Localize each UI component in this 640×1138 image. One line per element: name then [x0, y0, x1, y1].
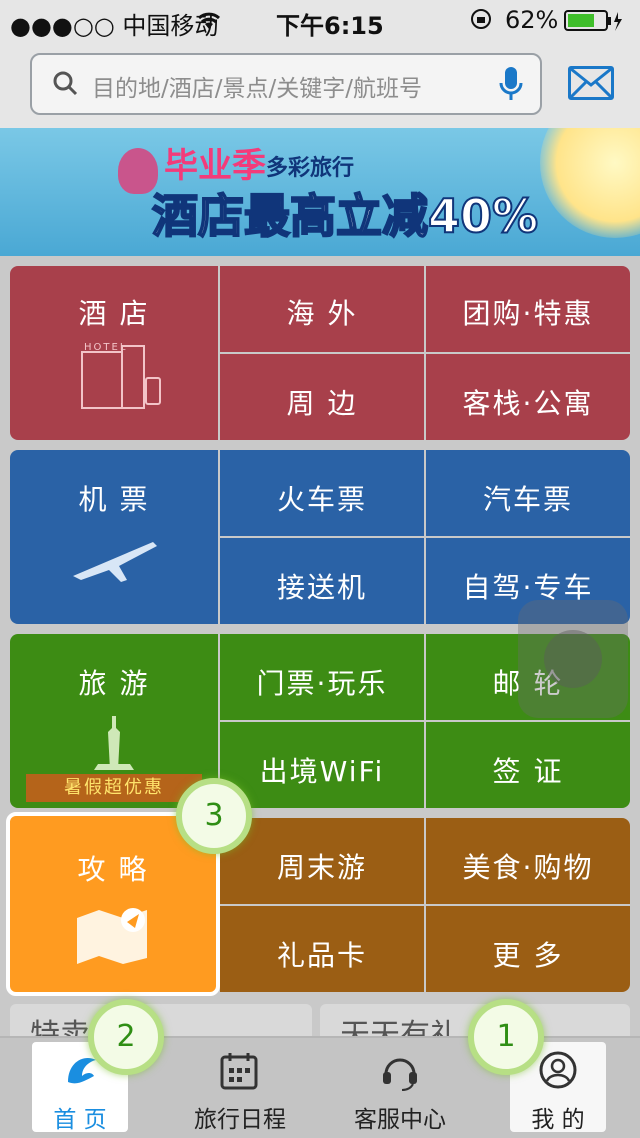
- train-ticket[interactable]: 火车票: [220, 450, 424, 536]
- search-icon: [52, 70, 78, 100]
- hotel-inn[interactable]: 客栈·公寓: [426, 354, 630, 440]
- weekend-trip-label: 周末游: [276, 851, 367, 884]
- hotel-groupbuy[interactable]: 团购·特惠: [426, 266, 630, 352]
- gift-card-label: 礼品卡: [276, 939, 367, 972]
- assistive-touch-button[interactable]: [518, 600, 628, 718]
- tab-profile-label: 我 的: [531, 1107, 585, 1133]
- travel-main-tile[interactable]: 旅 游 暑假超优惠: [10, 634, 218, 808]
- bus-label: 汽车票: [482, 483, 573, 516]
- statue-icon: [10, 714, 218, 781]
- summer-promo-tag: 暑假超优惠: [26, 774, 202, 802]
- tab-customer-service-label: 客服中心: [354, 1107, 446, 1133]
- svg-text:HOTEL: HOTEL: [84, 342, 127, 353]
- banner-line2: 酒店最高立减40%: [151, 188, 539, 244]
- visa-label: 签 证: [492, 755, 564, 788]
- hotel-nearby-label: 周 边: [286, 387, 358, 420]
- profile-icon: [538, 1050, 578, 1096]
- transfer-label: 接送机: [276, 571, 367, 604]
- banner-line1b: 多彩旅行: [266, 156, 355, 181]
- step-badge-2: 2: [88, 999, 164, 1075]
- hotel-nearby[interactable]: 周 边: [220, 354, 424, 440]
- hotel-overseas[interactable]: 海 外: [220, 266, 424, 352]
- clock: 下午6:15: [276, 12, 384, 40]
- map-icon: [10, 906, 216, 973]
- tickets-fun[interactable]: 门票·玩乐: [220, 634, 424, 720]
- bus-ticket[interactable]: 汽车票: [426, 450, 630, 536]
- weekend-trip[interactable]: 周末游: [220, 818, 424, 904]
- step-badge-1: 1: [468, 999, 544, 1075]
- sun-graphic: [540, 128, 640, 238]
- microphone-icon[interactable]: [498, 65, 524, 107]
- tickets-fun-label: 门票·玩乐: [256, 667, 388, 700]
- battery-icon: [564, 10, 624, 38]
- travel-label: 旅 游: [78, 667, 150, 700]
- hotel-overseas-label: 海 外: [286, 297, 358, 330]
- rotation-lock-icon: [470, 8, 492, 36]
- hotel-groupbuy-label: 团购·特惠: [462, 297, 594, 330]
- headset-icon: [380, 1050, 420, 1098]
- food-shopping-label: 美食·购物: [462, 851, 594, 884]
- search-input[interactable]: 目的地/酒店/景点/关键字/航班号: [30, 53, 542, 115]
- visa[interactable]: 签 证: [426, 722, 630, 808]
- hotel-main-tile[interactable]: 酒 店 HOTEL: [10, 266, 218, 440]
- flight-label: 机 票: [78, 483, 150, 516]
- battery-percent: 62%: [505, 6, 559, 34]
- flight-main-tile[interactable]: 机 票: [10, 450, 218, 624]
- gift-card[interactable]: 礼品卡: [220, 906, 424, 992]
- tab-home-label: 首 页: [53, 1107, 107, 1133]
- more-label: 更 多: [492, 939, 564, 972]
- tab-itinerary[interactable]: 旅行日程: [180, 1038, 300, 1138]
- header-bar: 目的地/酒店/景点/关键字/航班号: [0, 40, 640, 128]
- train-label: 火车票: [276, 483, 367, 516]
- hotel-label: 酒 店: [78, 297, 150, 330]
- calendar-icon: [220, 1052, 258, 1096]
- wifi-icon: [196, 9, 222, 37]
- guide-label: 攻 略: [77, 853, 149, 886]
- more[interactable]: 更 多: [426, 906, 630, 992]
- hotel-building-icon: HOTEL: [10, 342, 218, 419]
- wifi-rental[interactable]: 出境WiFi: [220, 722, 424, 808]
- message-icon[interactable]: [568, 66, 614, 100]
- tab-customer-service[interactable]: 客服中心: [340, 1038, 460, 1138]
- airport-transfer[interactable]: 接送机: [220, 538, 424, 624]
- step-badge-3: 3: [176, 778, 252, 854]
- tab-itinerary-label: 旅行日程: [194, 1107, 286, 1133]
- wifi-rental-label: 出境WiFi: [259, 755, 385, 788]
- hotel-inn-label: 客栈·公寓: [462, 387, 594, 420]
- food-shopping[interactable]: 美食·购物: [426, 818, 630, 904]
- promo-banner[interactable]: 毕业季 多彩旅行 酒店最高立减40%: [0, 128, 640, 256]
- search-placeholder: 目的地/酒店/景点/关键字/航班号: [92, 76, 422, 102]
- airplane-icon: [10, 536, 218, 593]
- status-bar: ●●●○○ 中国移动 下午6:15 62%: [0, 0, 640, 40]
- carrier-label: ●●●○○ 中国移动: [10, 12, 219, 40]
